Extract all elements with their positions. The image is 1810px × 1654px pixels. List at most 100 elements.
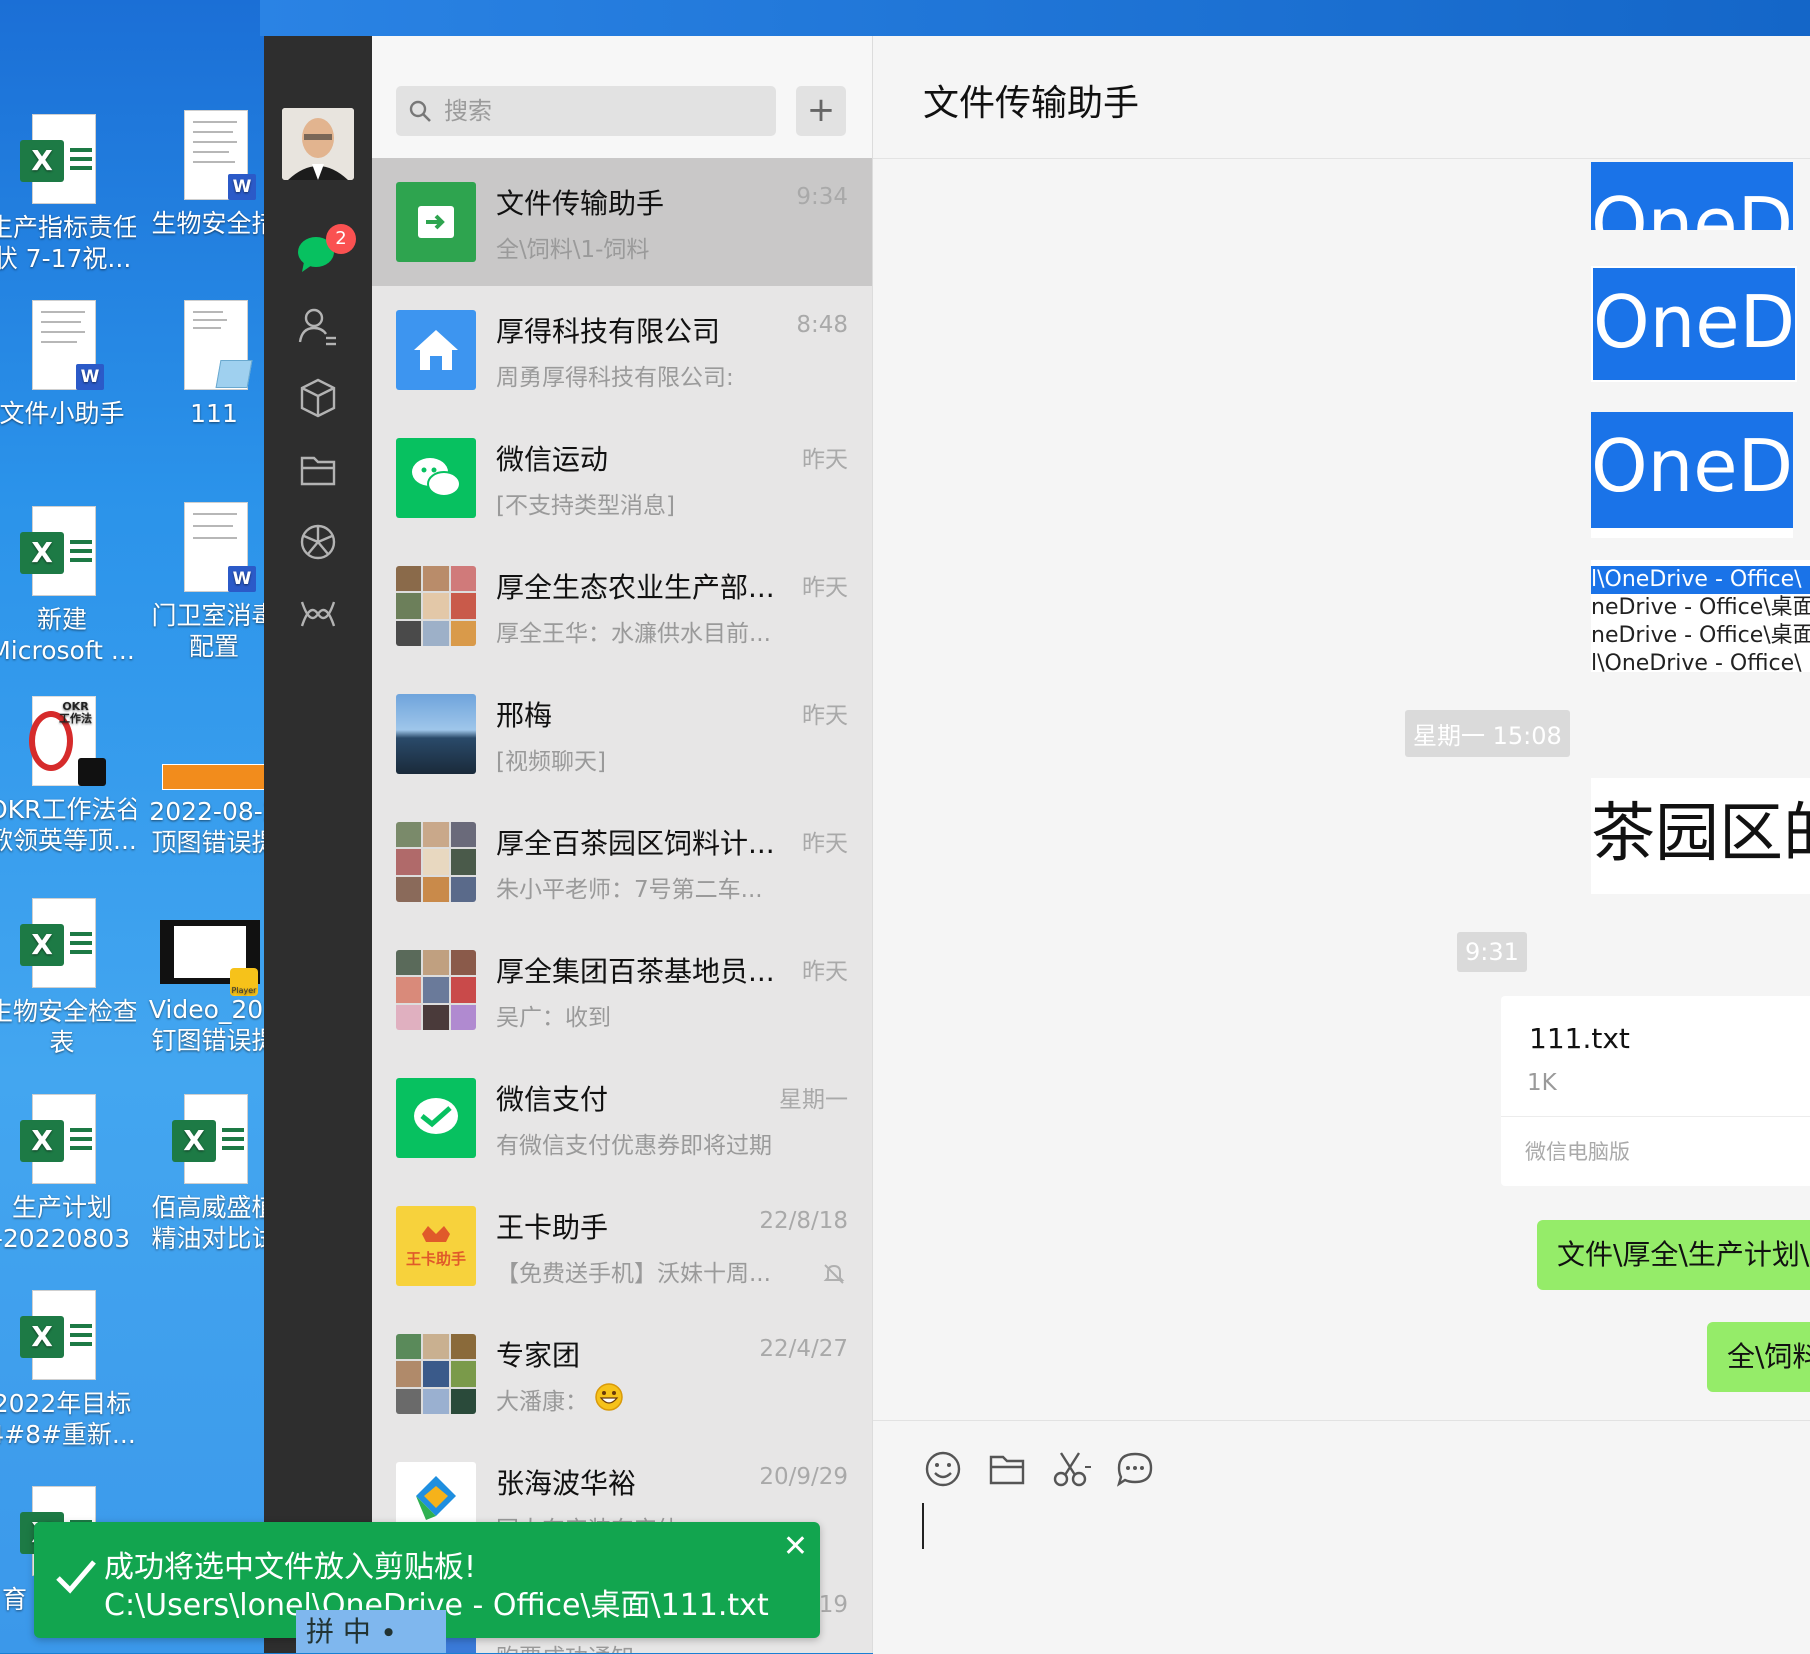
conversation-header: 文件传输助手 [873, 36, 1810, 159]
chat-time: 22/4/27 [759, 1336, 848, 1362]
wangka-logo-text: 王卡助手 [405, 1250, 466, 1268]
chat-time: 19 [818, 1592, 848, 1618]
image-message-1[interactable]: OneD [1591, 162, 1794, 230]
screenshot-scissors-icon[interactable] [1051, 1449, 1091, 1489]
chat-item-wechat-sport[interactable]: 微信运动 昨天 [不支持类型消息] [372, 414, 872, 542]
chat-preview: [不支持类型消息] [496, 493, 675, 519]
chat-item-experts[interactable]: 专家团 22/4/27 大潘康： [372, 1310, 872, 1438]
desktop-icon-excel-2[interactable]: X 新建 Microsoft ... [0, 506, 136, 666]
file-transfer-avatar [396, 182, 476, 262]
desktop-icon-word-1[interactable]: W 文件小助手 [0, 300, 136, 429]
chat-preview: 吴广：收到 [496, 1005, 611, 1031]
ime-indicator[interactable]: 拼 中 ∙ [296, 1610, 446, 1653]
desktop-icon-label: -20220803 [0, 1224, 131, 1253]
wangka-logo-icon: 王卡助手 [396, 1206, 476, 1286]
chat-preview: 有微信支付优惠券即将过期 [496, 1133, 772, 1159]
wechat-logo-icon [396, 438, 476, 518]
desktop-icon-excel-3[interactable]: X 生物安全检查 表 [0, 898, 136, 1058]
chat-time: 22/8/18 [759, 1208, 848, 1234]
desktop-icon-label: Microsoft ... [0, 636, 135, 665]
player-badge: Player [230, 968, 258, 996]
chat-item-file-transfer[interactable]: 文件传输助手 9:34 全\饲料\1-饲料 [372, 158, 872, 286]
chat-preview: 厚全王华：水濂供水目前... [496, 621, 771, 647]
desktop-icon-label: 文件小助手 [0, 399, 125, 428]
desktop-icon-label: 4#8#重新... [0, 1420, 136, 1449]
search-input[interactable]: 搜索 [396, 86, 776, 136]
file-size: 1K [1527, 1070, 1557, 1096]
desktop-icon-excel-1[interactable]: X 生产指标责任 状 7-17祝... [0, 114, 136, 274]
chat-time: 昨天 [802, 959, 848, 985]
desktop-icon-pdf-okr[interactable]: OKR 工作法 OKR工作法谷 歌领英等顶... [0, 696, 136, 856]
moments-icon[interactable] [296, 520, 340, 564]
chat-item-wechat-pay[interactable]: 微信支付 星期一 有微信支付优惠券即将过期 [372, 1054, 872, 1182]
chat-name: 王卡助手 [496, 1211, 609, 1244]
text-caret [922, 1503, 924, 1549]
search-icon [409, 100, 431, 122]
group-avatar [396, 566, 476, 646]
excel-file-icon: X [20, 114, 98, 208]
emoji-icon[interactable] [923, 1449, 963, 1489]
miniprogram-icon[interactable] [296, 592, 340, 636]
timestamp-pill: 9:31 [1457, 932, 1527, 972]
text-message-1[interactable]: 文件\厚全\生产计划\ [1537, 1220, 1810, 1290]
chat-preview: 周勇厚得科技有限公司: [496, 365, 734, 391]
image-text: OneD [1593, 280, 1796, 364]
desktop-icon-label: 生产计划 [11, 1193, 112, 1222]
chat-name: 厚全集团百茶基地员... [496, 955, 775, 988]
excel-file-icon: X [172, 1094, 250, 1188]
desktop-icon-excel-5[interactable]: X 2022年目标 4#8#重新... [0, 1290, 136, 1450]
toast-close-button[interactable]: ✕ [783, 1532, 808, 1562]
folder-icon[interactable] [296, 448, 340, 492]
okr-cover-text: OKR 工作法 [59, 700, 92, 725]
image-text: OneD [1591, 182, 1794, 230]
chat-item-group-production[interactable]: 厚全生态农业生产部... 昨天 厚全王华：水濂供水目前... [372, 542, 872, 670]
home-icon [396, 310, 476, 390]
excel-file-icon: X [20, 1094, 98, 1188]
file-source: 微信电脑版 [1525, 1140, 1630, 1164]
wechat-window: 2 搜索 + 文件传输助手 9:34 全\饲料\1-饲料 厚得科技有限公司 8:… [264, 36, 1810, 1654]
message-input-area[interactable] [873, 1420, 1810, 1654]
chat-name: 张海波华裕 [496, 1467, 637, 1500]
nav-sidebar: 2 [264, 36, 372, 1653]
text-file-icon [178, 300, 253, 394]
unread-badge: 2 [326, 224, 356, 254]
file-message-card[interactable]: 111.txt 1K 微信电脑版 [1501, 996, 1810, 1186]
folder-icon[interactable] [987, 1449, 1027, 1489]
chat-list-panel: 搜索 + 文件传输助手 9:34 全\饲料\1-饲料 厚得科技有限公司 8:48… [372, 36, 872, 1653]
image-text-line: l\OneDrive - Office\ [1591, 566, 1810, 594]
image-message-5[interactable]: 茶园区的 [1591, 778, 1810, 894]
image-text: OneD [1591, 424, 1794, 508]
chat-bubble-icon[interactable] [1115, 1449, 1155, 1489]
image-message-4[interactable]: l\OneDrive - Office\ neDrive - Office\桌面… [1591, 560, 1810, 672]
chat-item-wangka[interactable]: 王卡助手 王卡助手 22/8/18 【免费送手机】沃妹十周... [372, 1182, 872, 1310]
chat-item-group-staff[interactable]: 厚全集团百茶基地员... 昨天 吴广：收到 [372, 926, 872, 1054]
group-avatar [396, 950, 476, 1030]
excel-file-icon: X [20, 506, 98, 600]
image-text-line: neDrive - Office\桌面\ [1591, 623, 1810, 648]
desktop-top-strip [260, 0, 1810, 36]
file-name: 111.txt [1529, 1022, 1630, 1055]
desktop-icon-label: 新建 [36, 605, 87, 634]
contacts-icon[interactable] [296, 304, 340, 348]
image-message-2[interactable]: OneD [1591, 266, 1798, 382]
chat-preview: [视频聊天] [496, 749, 606, 775]
chat-name: 厚全生态农业生产部... [496, 571, 775, 604]
desktop-icon-excel-4[interactable]: X 生产计划 -20220803 [0, 1094, 136, 1254]
lake-avatar [396, 694, 476, 774]
image-message-3[interactable]: OneD [1591, 412, 1794, 538]
chat-item-group-feed[interactable]: 厚全百茶园区饲料计... 昨天 朱小平老师：7号第二车... [372, 798, 872, 926]
chat-time: 昨天 [802, 703, 848, 729]
chat-item-houde-tech[interactable]: 厚得科技有限公司 8:48 周勇厚得科技有限公司: [372, 286, 872, 414]
chat-name: 微信运动 [496, 443, 609, 476]
search-bar: 搜索 + [372, 36, 872, 158]
text-message-2[interactable]: 全\饲料 [1707, 1322, 1810, 1392]
check-icon [56, 1560, 96, 1594]
desktop-icon-label: 生产指标责任 [0, 213, 136, 242]
add-button[interactable]: + [796, 86, 846, 136]
image-text: 茶园区的 [1591, 797, 1810, 871]
chat-time: 昨天 [802, 575, 848, 601]
my-avatar[interactable] [282, 108, 354, 180]
chat-item-xingmei[interactable]: 邢梅 昨天 [视频聊天] [372, 670, 872, 798]
box-icon[interactable] [296, 376, 340, 420]
conversation-title: 文件传输助手 [923, 83, 1140, 124]
